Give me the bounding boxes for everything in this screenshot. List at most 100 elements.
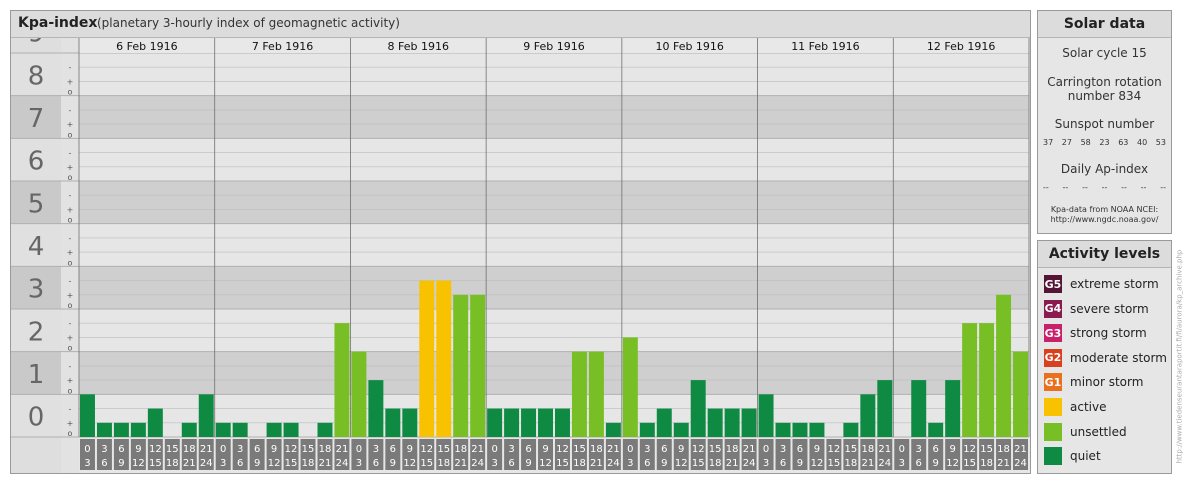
source-line1: Kpa-data from NOAA NCEI: <box>1050 205 1159 214</box>
hour-end-label: 21 <box>861 458 874 469</box>
hour-start-label: 18 <box>861 444 874 455</box>
kp-bar <box>656 408 672 437</box>
hour-start-label: 9 <box>542 444 548 455</box>
day-label: 7 Feb 1916 <box>252 40 313 53</box>
level-label: minor storm <box>1070 375 1144 390</box>
hour-end-label: 18 <box>437 458 450 469</box>
sunspot-value: 53 <box>1155 138 1166 147</box>
level-row-quiet: quiet <box>1044 446 1101 466</box>
hour-end-label: 9 <box>797 458 803 469</box>
kp-bar <box>996 294 1012 437</box>
kp-bar <box>639 422 655 437</box>
band <box>79 95 1029 139</box>
hour-start-label: 3 <box>237 444 243 455</box>
hour-end-label: 24 <box>1014 458 1027 469</box>
kp-bar <box>690 380 706 437</box>
hour-start-label: 9 <box>407 444 413 455</box>
source-watermark: http://www.tiedenseurantaraportit.fi/fi/… <box>1172 250 1184 467</box>
kp-bar <box>402 408 418 437</box>
minor-tick-label: - <box>69 63 72 72</box>
kp-bar <box>147 408 163 437</box>
hour-end-label: 15 <box>692 458 705 469</box>
hour-end-label: 15 <box>149 458 162 469</box>
kp-bar <box>232 422 248 437</box>
sunspot-value: 23 <box>1099 138 1110 147</box>
kp-bar <box>962 323 978 437</box>
minor-tick-label: + <box>67 77 74 86</box>
minor-tick-label: o <box>68 216 73 225</box>
hour-start-label: 9 <box>678 444 684 455</box>
minor-tick-label: o <box>68 130 73 139</box>
hour-start-label: 0 <box>356 444 362 455</box>
day-label: 11 Feb 1916 <box>791 40 859 53</box>
kp-bar <box>96 422 112 437</box>
hour-end-label: 12 <box>403 458 416 469</box>
hour-start-label: 6 <box>118 444 124 455</box>
hour-end-label: 3 <box>627 458 633 469</box>
hour-start-label: 21 <box>607 444 620 455</box>
kp-bar <box>588 351 604 437</box>
level-swatch <box>1044 447 1062 466</box>
kp-bar <box>351 351 367 437</box>
minor-tick-label: o <box>68 344 73 353</box>
level-label: moderate storm <box>1070 350 1167 365</box>
minor-tick-label: + <box>67 291 74 300</box>
minor-tick-label: - <box>69 106 72 115</box>
band <box>79 309 1029 352</box>
hour-end-label: 15 <box>828 458 841 469</box>
hour-start-label: 6 <box>525 444 531 455</box>
hour-end-label: 24 <box>878 458 891 469</box>
hour-start-label: 12 <box>692 444 705 455</box>
solar-data-panel: Solar data Solar cycle 15 Carrington rot… <box>1037 10 1172 234</box>
level-label: active <box>1070 400 1107 414</box>
hour-end-label: 12 <box>539 458 552 469</box>
kp-bar <box>317 422 333 437</box>
sunspot-value: 37 <box>1043 138 1054 147</box>
y-tick-label: 7 <box>28 104 45 134</box>
level-label: severe storm <box>1070 301 1149 316</box>
kp-bar <box>809 422 825 437</box>
hour-start-label: 15 <box>980 444 993 455</box>
hour-end-label: 3 <box>220 458 226 469</box>
y-tick-label: 6 <box>28 147 45 177</box>
kp-bar <box>453 294 469 437</box>
kp-bar <box>911 380 927 437</box>
hour-start-label: 18 <box>319 444 332 455</box>
band <box>79 138 1029 181</box>
level-label: strong storm <box>1070 326 1147 341</box>
day-label: 10 Feb 1916 <box>655 40 723 53</box>
kp-bar <box>928 422 944 437</box>
kp-bar <box>436 280 452 437</box>
hour-end-label: 24 <box>200 458 213 469</box>
activity-levels-heading: Activity levels <box>1038 241 1171 268</box>
kp-bar <box>724 408 740 437</box>
hour-end-label: 9 <box>118 458 124 469</box>
level-swatch: G2 <box>1044 348 1062 367</box>
hour-start-label: 12 <box>149 444 162 455</box>
band <box>79 223 1029 267</box>
minor-tick-label: + <box>67 120 74 129</box>
kp-bar <box>741 408 757 437</box>
kp-bar <box>419 280 435 437</box>
hour-end-label: 15 <box>556 458 569 469</box>
hour-start-label: 0 <box>491 444 497 455</box>
day-label: 9 Feb 1916 <box>523 40 584 53</box>
hour-end-label: 21 <box>454 458 467 469</box>
minor-tick-label: + <box>67 376 74 385</box>
level-row-active: active <box>1044 397 1106 417</box>
hour-end-label: 15 <box>963 458 976 469</box>
hour-end-label: 3 <box>356 458 362 469</box>
hour-end-label: 21 <box>726 458 739 469</box>
solar-data-heading: Solar data <box>1038 11 1171 38</box>
level-row-moderate-storm: G2 moderate storm <box>1044 348 1167 368</box>
kp-bar <box>945 380 961 437</box>
hour-start-label: 0 <box>627 444 633 455</box>
minor-tick-label: + <box>67 333 74 342</box>
minor-tick-label: + <box>67 419 74 428</box>
band <box>79 53 1029 96</box>
hour-start-label: 3 <box>508 444 514 455</box>
sunspot-value: 27 <box>1061 138 1072 147</box>
kp-bar <box>877 380 893 437</box>
minor-tick-label: + <box>67 205 74 214</box>
kp-bar <box>80 394 95 437</box>
